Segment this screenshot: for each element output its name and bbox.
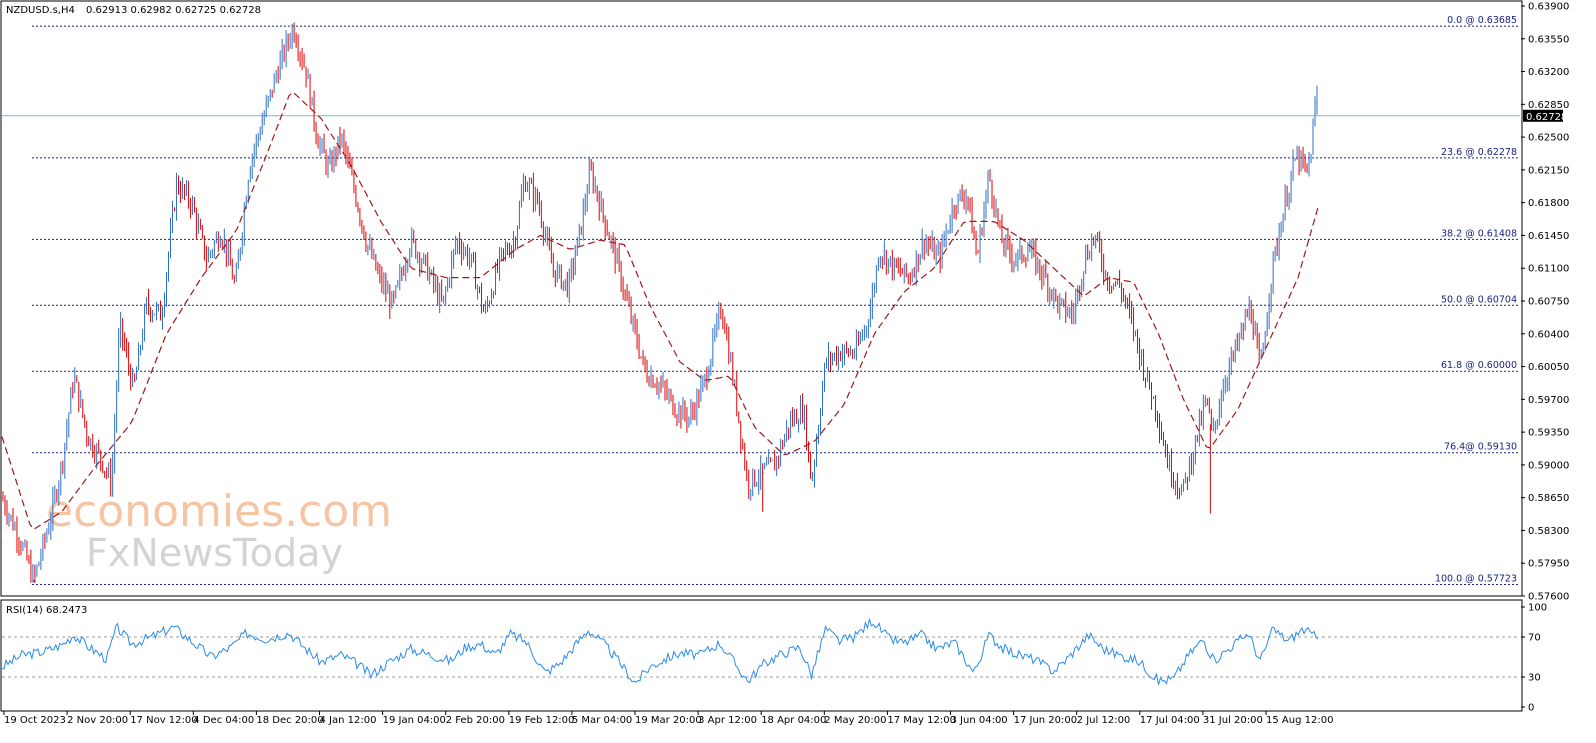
time-tick-label: 17 Jun 20:00 bbox=[1014, 715, 1078, 726]
watermark-line1: economies.com bbox=[46, 486, 392, 537]
ohlc-label: 0.62913 0.62982 0.62725 0.62728 bbox=[86, 5, 261, 16]
time-tick-label: 15 Aug 12:00 bbox=[1266, 715, 1333, 726]
time-tick-label: 17 Nov 12:00 bbox=[130, 715, 197, 726]
price-tick-label: 0.62150 bbox=[1528, 165, 1569, 176]
time-tick-label: 19 Feb 12:00 bbox=[509, 715, 575, 726]
current-price-label: 0.62728 bbox=[1526, 112, 1567, 123]
price-tick-label: 0.63550 bbox=[1528, 34, 1569, 45]
rsi-pane-frame bbox=[0, 599, 1523, 712]
time-tick-label: 2 Nov 20:00 bbox=[67, 715, 128, 726]
time-tick-label: 2 May 20:00 bbox=[824, 715, 886, 726]
time-tick-label: 3 Apr 12:00 bbox=[698, 715, 757, 726]
price-chart: 0.0 @ 0.63685 23.6 @ 0.62278 38.2 @ 0.6140… bbox=[0, 0, 1569, 726]
time-tick-label: 31 Jul 20:00 bbox=[1203, 715, 1263, 726]
watermark: economies.com FxNewsToday bbox=[46, 486, 392, 575]
rsi-tick-label: 70 bbox=[1528, 633, 1541, 644]
fib-label: 100.0 @ 0.57723 bbox=[1435, 573, 1517, 584]
rsi-tick-label: 0 bbox=[1528, 703, 1534, 714]
price-tick-label: 0.57600 bbox=[1528, 592, 1569, 603]
time-tick-label: 18 Dec 20:00 bbox=[256, 715, 323, 726]
time-tick-label: 5 Mar 04:00 bbox=[572, 715, 632, 726]
fib-label: 50.0 @ 0.60704 bbox=[1441, 294, 1517, 305]
price-tick-label: 0.58300 bbox=[1528, 526, 1569, 537]
time-tick-label: 2 Jul 12:00 bbox=[1077, 715, 1131, 726]
price-tick-label: 0.63200 bbox=[1528, 67, 1569, 78]
time-tick-label: 19 Mar 20:00 bbox=[635, 715, 702, 726]
rsi-tick-label: 30 bbox=[1528, 673, 1541, 684]
time-tick-label: 17 Jul 04:00 bbox=[1140, 715, 1200, 726]
price-tick-label: 0.57950 bbox=[1528, 559, 1569, 570]
price-tick-label: 0.60400 bbox=[1528, 329, 1569, 340]
price-tick-label: 0.61800 bbox=[1528, 198, 1569, 209]
fib-label: 38.2 @ 0.61408 bbox=[1441, 228, 1517, 239]
fib-label: 23.6 @ 0.62278 bbox=[1441, 147, 1517, 158]
time-tick-label: 4 Dec 04:00 bbox=[193, 715, 254, 726]
rsi-title: RSI(14) 68.2473 bbox=[6, 605, 87, 616]
time-tick-label: 2 Feb 20:00 bbox=[446, 715, 505, 726]
price-tick-label: 0.60750 bbox=[1528, 297, 1569, 308]
time-tick-label: 17 May 12:00 bbox=[887, 715, 956, 726]
watermark-line2: FxNewsToday bbox=[86, 531, 343, 575]
price-tick-label: 0.59000 bbox=[1528, 460, 1569, 471]
time-tick-label: 3 Jun 04:00 bbox=[951, 715, 1008, 726]
price-tick-label: 0.60050 bbox=[1528, 362, 1569, 373]
price-tick-label: 0.59700 bbox=[1528, 395, 1569, 406]
price-tick-label: 0.61100 bbox=[1528, 264, 1569, 275]
price-tick-label: 0.63900 bbox=[1528, 2, 1569, 13]
fib-label: 61.8 @ 0.60000 bbox=[1441, 360, 1517, 371]
rsi-axis: 100 70 30 0 bbox=[1521, 603, 1547, 714]
rsi-tick-label: 100 bbox=[1528, 603, 1547, 614]
price-tick-label: 0.62850 bbox=[1528, 100, 1569, 111]
time-tick-label: 4 Jan 12:00 bbox=[320, 715, 377, 726]
symbol-label: NZDUSD.s,H4 bbox=[6, 5, 75, 16]
current-price-tag: 0.62728 bbox=[1523, 109, 1567, 123]
price-tick-label: 0.62500 bbox=[1528, 133, 1569, 144]
fib-label: 76.4@ 0.59130 bbox=[1444, 442, 1517, 453]
time-tick-label: 19 Oct 2023 bbox=[4, 715, 66, 726]
price-axis: 0.63900 0.63550 0.63200 0.62850 0.62500 0.621… bbox=[1521, 2, 1569, 603]
price-tick-label: 0.58650 bbox=[1528, 493, 1569, 504]
price-tick-label: 0.59350 bbox=[1528, 428, 1569, 439]
time-tick-label: 19 Jan 04:00 bbox=[383, 715, 446, 726]
fib-label: 0.0 @ 0.63685 bbox=[1447, 15, 1517, 26]
price-tick-label: 0.61450 bbox=[1528, 231, 1569, 242]
time-axis: 19 Oct 2023 2 Nov 20:00 17 Nov 12:004 Dec … bbox=[3, 711, 1333, 726]
time-tick-label: 18 Apr 04:00 bbox=[761, 715, 826, 726]
